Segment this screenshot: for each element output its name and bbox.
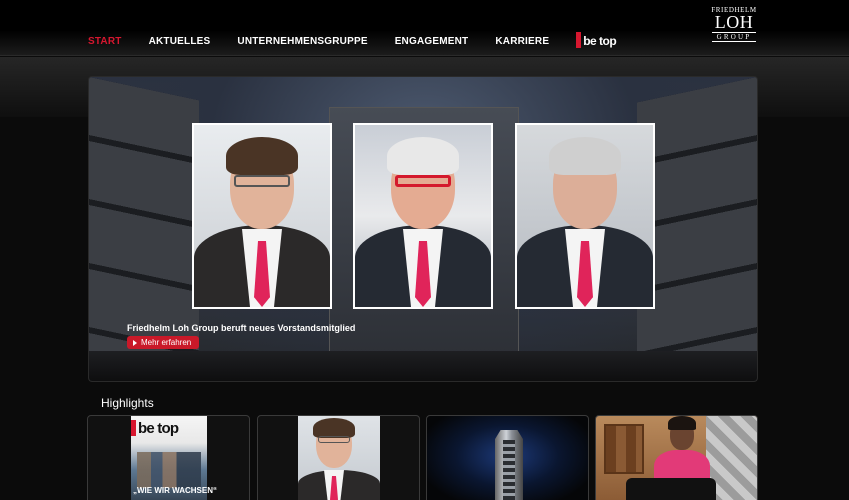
wooden-door [604, 424, 644, 474]
friedhelm-loh-group-logo[interactable]: FRIEDHELM LOH GROUP [708, 6, 760, 42]
mehr-erfahren-button[interactable]: Mehr erfahren [127, 336, 200, 349]
product-machine-image [495, 430, 523, 500]
nav-item-aktuelles[interactable]: AKTUELLES [149, 36, 211, 47]
sewing-machine [626, 478, 716, 500]
site-header: START AKTUELLES UNTERNEHMENSGRUPPE ENGAG… [0, 0, 849, 56]
magazine-cover: be top „WIE WIR WACHSEN“ [131, 416, 217, 500]
portrait-3 [515, 123, 655, 309]
magazine-brand: be top [138, 420, 179, 437]
portrait-2 [353, 123, 493, 309]
nav-item-engagement[interactable]: ENGAGEMENT [395, 36, 469, 47]
betop-red-bar [576, 32, 582, 48]
highlight-card-product[interactable] [426, 415, 589, 500]
highlight-card-magazine[interactable]: be top „WIE WIR WACHSEN“ [87, 415, 250, 500]
logo-bottom-text: GROUP [712, 32, 756, 42]
nav-item-start[interactable]: START [88, 36, 122, 47]
magazine-red-bar [131, 420, 136, 436]
main-nav: START AKTUELLES UNTERNEHMENSGRUPPE ENGAG… [88, 32, 617, 48]
logo-middle-text: LOH [714, 12, 754, 32]
portrait-1 [192, 123, 332, 309]
magazine-headline: „WIE WIR WACHSEN“ [133, 486, 217, 495]
building-right [637, 77, 757, 381]
highlight-card-engagement[interactable] [595, 415, 758, 500]
nav-item-unternehmensgruppe[interactable]: UNTERNEHMENSGRUPPE [237, 36, 367, 47]
hero-slider[interactable]: Friedhelm Loh Group beruft neues Vorstan… [88, 76, 758, 382]
nav-item-betop[interactable]: be top [576, 30, 617, 48]
betop-nav-label: be top [583, 34, 617, 48]
play-arrow-icon [133, 339, 137, 346]
highlights-title: Highlights [101, 396, 154, 410]
highlight-card-portrait[interactable] [257, 415, 420, 500]
mehr-erfahren-label: Mehr erfahren [141, 338, 192, 347]
nav-item-karriere[interactable]: KARRIERE [495, 36, 549, 47]
magazine-people-photo [137, 452, 201, 488]
hero-ground [89, 351, 757, 381]
hero-caption: Friedhelm Loh Group beruft neues Vorstan… [127, 323, 356, 333]
